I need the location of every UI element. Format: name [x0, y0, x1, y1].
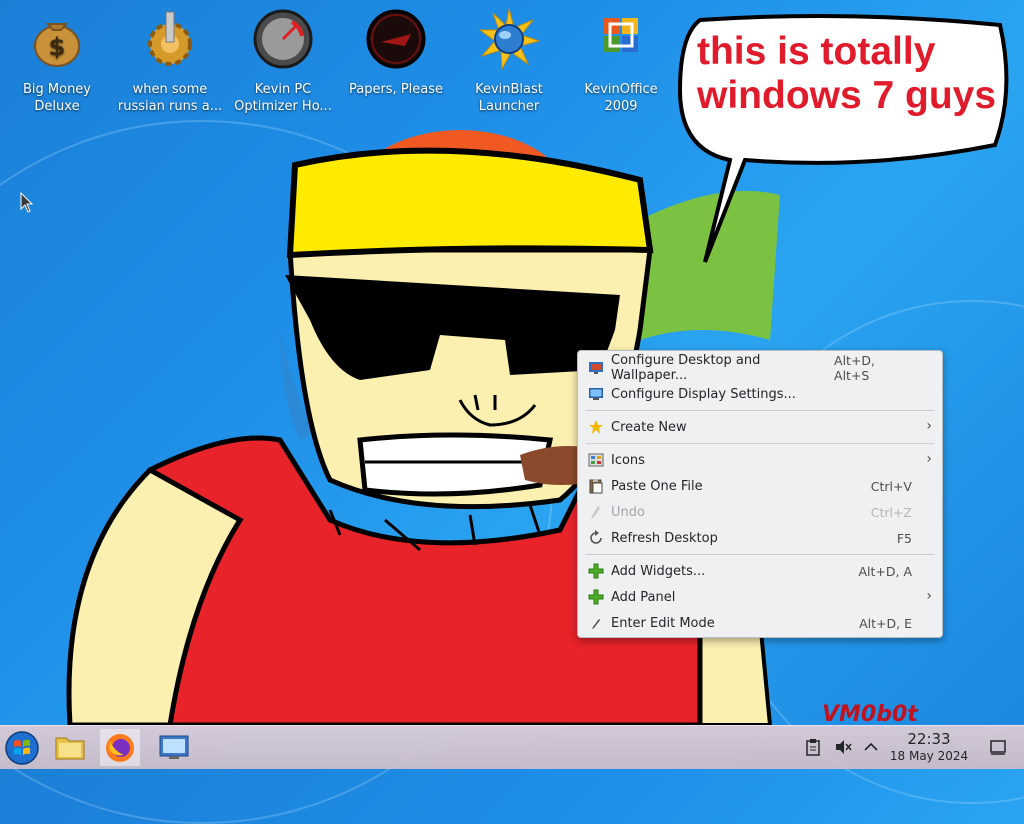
office-logo-icon: [604, 18, 638, 52]
menu-item-create-new[interactable]: Create New ›: [578, 414, 942, 440]
menu-separator: [586, 554, 934, 555]
desktop-icon-kevinblast-launcher[interactable]: KevinBlast Launcher: [454, 8, 564, 115]
icons-grid-icon: [588, 453, 604, 467]
submenu-arrow-icon: ›: [926, 418, 932, 434]
taskbar-file-manager[interactable]: [50, 729, 90, 766]
desktop-icon-kevin-pc-optimizer[interactable]: Kevin PC Optimizer Ho...: [228, 8, 338, 115]
desktop-icon-russian[interactable]: when some russian runs a...: [115, 8, 225, 115]
menu-item-configure-desktop[interactable]: Configure Desktop and Wallpaper... Alt+D…: [578, 353, 942, 383]
desktop-icon-label: KevinBlast Launcher: [475, 82, 543, 114]
desktop-icon-label: Kevin PC Optimizer Ho...: [234, 82, 332, 114]
gear-icon: [148, 11, 192, 66]
money-bag-icon: $: [34, 23, 80, 67]
menu-item-add-widgets[interactable]: Add Widgets... Alt+D, A: [578, 558, 942, 584]
desktop-icon-label: Big Money Deluxe: [22, 82, 91, 114]
show-desktop-icon[interactable]: [989, 738, 1007, 756]
display-icon: [589, 388, 603, 400]
menu-item-label: Create New: [611, 419, 687, 435]
menu-item-refresh[interactable]: Refresh Desktop F5: [578, 525, 942, 551]
desktop-icon-label: when some russian runs a...: [117, 82, 223, 114]
desktop-icon-papers-please[interactable]: Papers, Please: [341, 8, 451, 98]
add-icon: [588, 589, 604, 605]
system-settings-icon: [159, 735, 189, 759]
menu-item-label: Configure Desktop and Wallpaper...: [611, 353, 761, 383]
desktop-icon-big-money-deluxe[interactable]: $ Big Money Deluxe: [2, 8, 112, 115]
refresh-icon: [590, 530, 602, 544]
papers-please-icon: [366, 9, 426, 69]
digital-clock[interactable]: 22:33 18 May 2024: [878, 731, 980, 765]
menu-separator: [586, 443, 934, 444]
desktop-context-menu: Configure Desktop and Wallpaper... Alt+D…: [577, 350, 943, 638]
speech-bubble-text: this is totally windows 7 guys: [697, 30, 1007, 118]
artist-signature: VM0b0t: [822, 702, 918, 727]
desktop-icon-kevinoffice-2009[interactable]: KevinOffice 2009: [566, 8, 676, 115]
taskbar-system-settings[interactable]: [154, 729, 194, 766]
menu-item-shortcut: Ctrl+Z: [870, 504, 912, 520]
menu-item-add-panel[interactable]: Add Panel ›: [578, 584, 942, 610]
starburst-globe-icon: [478, 8, 541, 71]
folder-icon: [55, 737, 85, 760]
undo-icon: [591, 506, 600, 519]
speech-bubble-line: this is totally: [697, 30, 936, 73]
menu-item-enter-edit-mode[interactable]: Enter Edit Mode Alt+D, E: [578, 610, 942, 636]
mouse-cursor-icon: [20, 192, 34, 213]
menu-item-paste[interactable]: Paste One File Ctrl+V: [578, 473, 942, 499]
clock-time: 22:33: [907, 730, 951, 748]
menu-item-undo[interactable]: Undo Ctrl+Z: [578, 499, 942, 525]
menu-item-label: Add Panel: [611, 589, 676, 605]
volume-muted-icon[interactable]: [834, 738, 852, 756]
taskbar: 22:33 18 May 2024: [0, 725, 1024, 769]
start-orb-icon: [5, 731, 39, 765]
firefox-icon: [106, 734, 134, 762]
speech-bubble-line: windows 7 guys: [697, 74, 997, 117]
menu-item-shortcut: Alt+D, E: [859, 615, 912, 631]
menu-item-label: Enter Edit Mode: [611, 615, 715, 631]
taskbar-firefox[interactable]: [100, 729, 140, 766]
clock-date: 18 May 2024: [889, 749, 969, 763]
desktop-icon-label: KevinOffice 2009: [584, 82, 658, 114]
menu-item-shortcut: Ctrl+V: [870, 478, 912, 494]
svg-text:$: $: [49, 33, 66, 61]
edit-icon: [592, 619, 600, 629]
gauge-icon: [253, 9, 313, 69]
submenu-arrow-icon: ›: [926, 588, 932, 604]
menu-item-label: Configure Display Settings...: [611, 386, 796, 402]
menu-separator: [586, 410, 934, 411]
submenu-arrow-icon: ›: [926, 451, 932, 467]
menu-item-shortcut: Alt+D, Alt+S: [834, 353, 876, 383]
desktop-settings-icon: [589, 362, 603, 374]
menu-item-label: Icons: [611, 452, 645, 468]
menu-item-label: Undo: [611, 504, 645, 520]
new-item-icon: [589, 420, 603, 434]
menu-item-shortcut: Alt+D, A: [858, 563, 912, 579]
menu-item-icons[interactable]: Icons ›: [578, 447, 942, 473]
menu-item-configure-display[interactable]: Configure Display Settings...: [578, 381, 942, 407]
desktop-icon-label: Papers, Please: [348, 82, 444, 97]
menu-item-label: Add Widgets...: [611, 563, 706, 579]
menu-item-shortcut: F5: [896, 530, 912, 546]
add-icon: [588, 563, 604, 579]
start-button[interactable]: [2, 729, 42, 766]
clipboard-icon[interactable]: [804, 738, 822, 756]
menu-item-label: Paste One File: [611, 478, 703, 494]
paste-icon: [589, 479, 603, 494]
menu-item-label: Refresh Desktop: [611, 530, 718, 546]
